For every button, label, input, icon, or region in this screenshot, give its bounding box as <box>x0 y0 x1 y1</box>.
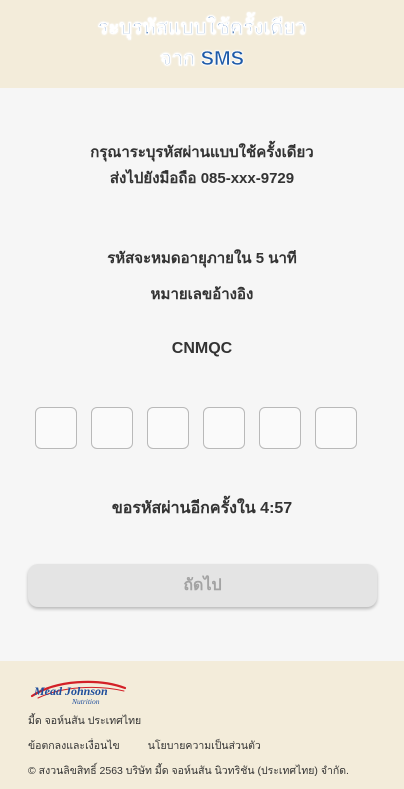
instruction-line-1: กรุณาระบุรหัสผ่านแบบใช้ครั้งเดียว <box>90 144 314 161</box>
footer-links: ข้อตกลงและเงื่อนไข นโยบายความเป็นส่วนตัว <box>28 737 261 754</box>
instruction-line-2: ส่งไปยังมือถือ 085-xxx-9729 <box>109 170 295 187</box>
svg-text:Mead Johnson: Mead Johnson <box>33 684 108 698</box>
copyright-text: © สงวนลิขสิทธิ์ 2563 บริษัท มี้ด จอห์นสั… <box>28 765 349 777</box>
otp-digit-3[interactable] <box>147 407 189 449</box>
instruction-text: กรุณาระบุรหัสผ่านแบบใช้ครั้งเดียว ส่งไปย… <box>0 140 404 192</box>
page-title-line-1: ระบุรหัสแบบใช้ครั้งเดียว <box>97 17 307 40</box>
next-button[interactable]: ถัดไป <box>28 564 377 607</box>
otp-digit-1[interactable] <box>35 407 77 449</box>
otp-form: กรุณาระบุรหัสผ่านแบบใช้ครั้งเดียว ส่งไปย… <box>0 88 404 661</box>
terms-link[interactable]: ข้อตกลงและเงื่อนไข <box>28 737 120 754</box>
page-header: ระบุรหัสแบบใช้ครั้งเดียว จาก SMS <box>0 0 404 88</box>
privacy-link[interactable]: นโยบายความเป็นส่วนตัว <box>148 737 261 754</box>
otp-input-group <box>35 407 357 449</box>
otp-digit-5[interactable] <box>259 407 301 449</box>
otp-digit-6[interactable] <box>315 407 357 449</box>
svg-text:Nutrition: Nutrition <box>71 697 100 706</box>
mead-johnson-logo: Mead Johnson Nutrition <box>30 680 127 706</box>
expiry-notice: รหัสจะหมดอายุภายใน 5 นาที <box>107 250 297 267</box>
page-footer: Mead Johnson Nutrition มี้ด จอห์นสัน ประ… <box>0 661 404 789</box>
resend-countdown: ขอรหัสผ่านอีกครั้งใน 4:57 <box>111 500 293 517</box>
reference-label: หมายเลขอ้างอิง <box>150 286 254 303</box>
company-name: มี้ด จอห์นสัน ประเทศไทย <box>28 715 142 727</box>
otp-digit-2[interactable] <box>91 407 133 449</box>
page-title-line-2: จาก SMS <box>160 48 245 71</box>
otp-digit-4[interactable] <box>203 407 245 449</box>
reference-code: CNMQC <box>171 340 233 357</box>
